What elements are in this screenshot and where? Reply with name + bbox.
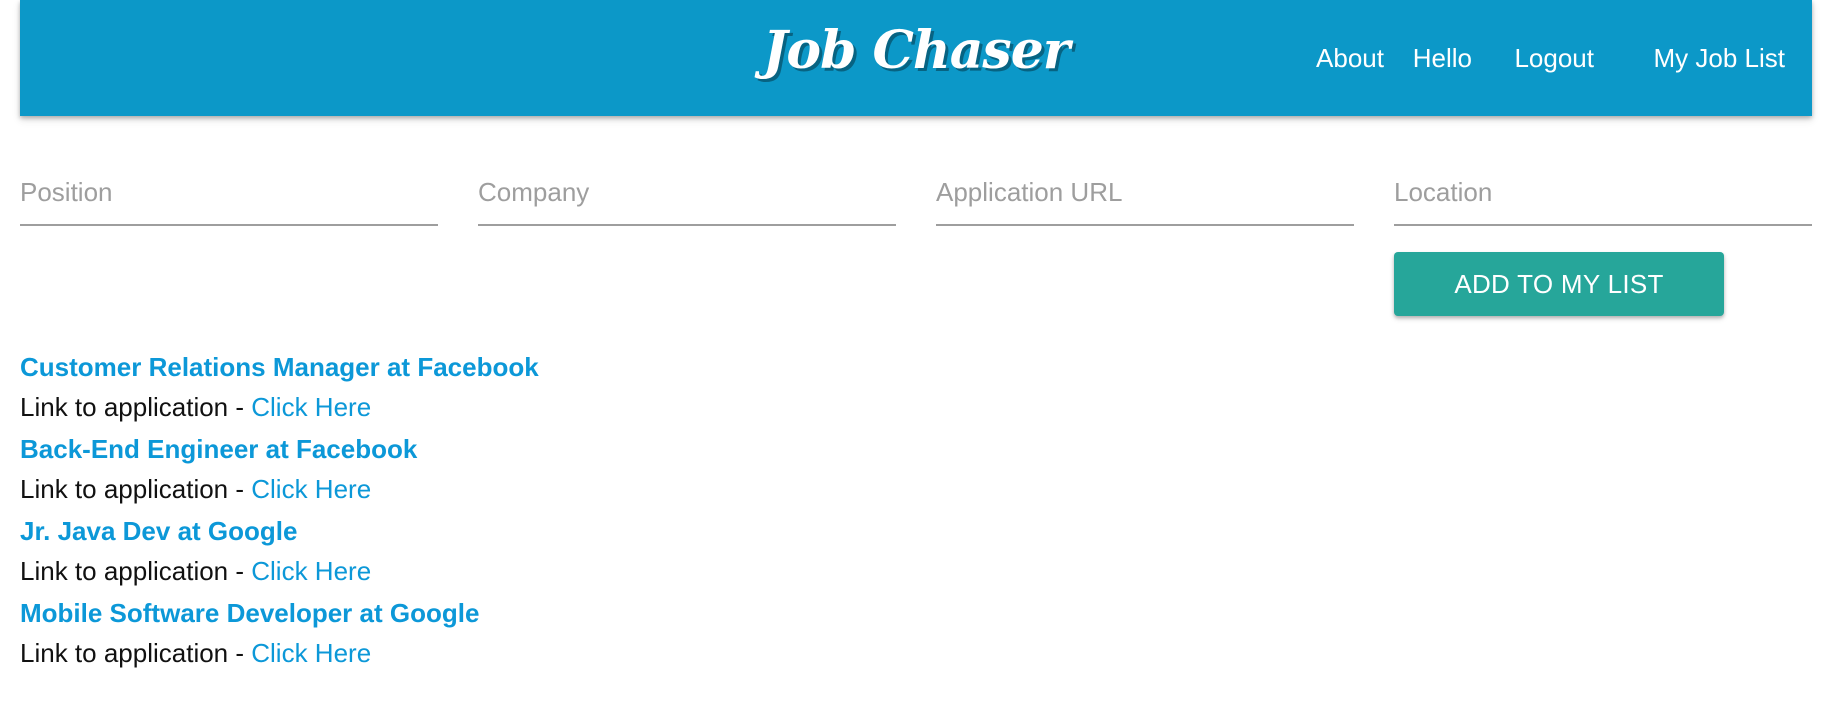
job-list: Customer Relations Manager at Facebook L… — [20, 347, 920, 675]
job-application-line: Link to application - Click Here — [20, 633, 920, 673]
link-prefix-text: Link to application — [20, 556, 229, 586]
add-to-my-list-button[interactable]: ADD TO MY LIST — [1394, 252, 1724, 316]
job-application-line: Link to application - Click Here — [20, 551, 920, 591]
nav-link-logout[interactable]: Logout — [1514, 40, 1594, 76]
job-list-item: Mobile Software Developer at Google Link… — [20, 593, 920, 675]
click-here-link[interactable]: Click Here — [251, 474, 371, 504]
nav-link-hello[interactable]: Hello — [1413, 40, 1472, 76]
position-input[interactable] — [20, 160, 438, 226]
job-title-link[interactable]: Mobile Software Developer at Google — [20, 593, 920, 633]
link-prefix-text: Link to application — [20, 392, 229, 422]
nav-link-about[interactable]: About — [1316, 40, 1384, 76]
page: Job Chaser About Hello Logout My Job Lis… — [0, 0, 1832, 702]
header-navbar: Job Chaser About Hello Logout My Job Lis… — [20, 0, 1812, 116]
application-url-field — [936, 160, 1354, 226]
job-list-item: Customer Relations Manager at Facebook L… — [20, 347, 920, 429]
separator: - — [228, 392, 252, 422]
link-prefix-text: Link to application — [20, 638, 229, 668]
job-application-line: Link to application - Click Here — [20, 387, 920, 427]
job-title-link[interactable]: Customer Relations Manager at Facebook — [20, 347, 920, 387]
separator: - — [228, 474, 252, 504]
click-here-link[interactable]: Click Here — [251, 392, 371, 422]
job-list-item: Jr. Java Dev at Google Link to applicati… — [20, 511, 920, 593]
company-input[interactable] — [478, 160, 896, 226]
click-here-link[interactable]: Click Here — [251, 638, 371, 668]
separator: - — [228, 556, 252, 586]
nav-link-my-job-list[interactable]: My Job List — [1654, 40, 1786, 76]
location-input[interactable] — [1394, 160, 1812, 226]
job-title-link[interactable]: Back-End Engineer at Facebook — [20, 429, 920, 469]
separator: - — [228, 638, 252, 668]
click-here-link[interactable]: Click Here — [251, 556, 371, 586]
position-field — [20, 160, 438, 226]
location-field — [1394, 160, 1812, 226]
application-url-input[interactable] — [936, 160, 1354, 226]
job-title-link[interactable]: Jr. Java Dev at Google — [20, 511, 920, 551]
link-prefix-text: Link to application — [20, 474, 229, 504]
job-list-item: Back-End Engineer at Facebook Link to ap… — [20, 429, 920, 511]
job-application-line: Link to application - Click Here — [20, 469, 920, 509]
company-field — [478, 160, 896, 226]
